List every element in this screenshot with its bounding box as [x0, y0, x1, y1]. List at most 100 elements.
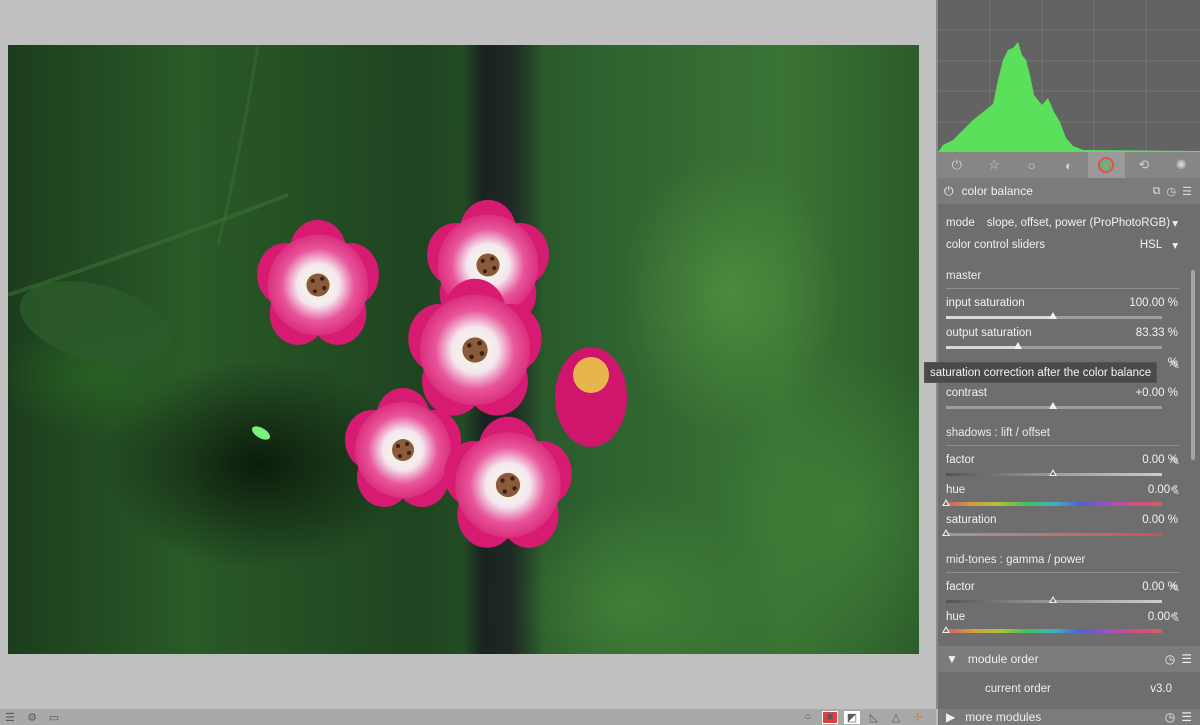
shadows-saturation-track[interactable]	[946, 533, 1162, 536]
exposure-indicator-icon[interactable]: ◩	[844, 710, 860, 724]
tab-correct[interactable]: ⟲	[1125, 152, 1162, 178]
shadows-hue-slider[interactable]: hue 0.00 °	[946, 484, 1178, 496]
output-saturation-marker[interactable]	[1014, 342, 1022, 349]
section-master: master	[946, 270, 1180, 289]
correct-icon: ⟲	[1138, 157, 1150, 172]
tone-icon: ◐	[1065, 157, 1073, 173]
input-saturation-marker[interactable]	[1049, 312, 1057, 319]
section-midtones: mid-tones : gamma / power	[946, 554, 1180, 573]
softproof-icon[interactable]: ◺	[866, 711, 882, 724]
shadows-hue-label: hue	[946, 484, 966, 496]
presets-icon[interactable]: ⚙	[24, 711, 40, 724]
gamut-check-icon[interactable]: △	[888, 711, 904, 724]
presets-menu-icon[interactable]: ☰	[1182, 185, 1192, 198]
collapse-arrow-icon: ▼	[946, 652, 958, 666]
input-saturation-value: 100.00 %	[1129, 297, 1178, 309]
output-saturation-track[interactable]	[946, 346, 1162, 349]
shadows-factor-label: factor	[946, 454, 975, 466]
flower-cluster-graphic	[8, 45, 627, 548]
contrast-label: contrast	[946, 387, 987, 399]
color-assessment-icon[interactable]: ■	[822, 710, 838, 724]
current-order-row: current order v3.0	[938, 676, 1200, 702]
tab-color[interactable]	[1087, 152, 1126, 178]
circle-icon[interactable]: ○	[800, 711, 816, 724]
shadows-hue-picker-icon[interactable]: ✎	[1170, 484, 1184, 498]
midtones-factor-marker[interactable]	[1049, 596, 1057, 603]
section-shadows: shadows : lift / offset	[946, 427, 1180, 446]
reset-icon[interactable]: ◷	[1165, 710, 1175, 724]
midtones-hue-track[interactable]	[946, 629, 1162, 633]
contrast-value: +0.00 %	[1135, 387, 1178, 399]
power-icon: ⏻	[951, 157, 962, 172]
contrast-marker[interactable]	[1049, 402, 1057, 409]
tab-effect[interactable]: ✺	[1163, 152, 1200, 178]
mode-combobox[interactable]: mode slope, offset, power (ProPhotoRGB) …	[946, 216, 1178, 230]
output-saturation-label: output saturation	[946, 327, 1032, 339]
mode-label: mode	[946, 217, 975, 229]
tab-active-modules[interactable]: ⏻	[938, 152, 975, 178]
shadows-factor-marker[interactable]	[1049, 469, 1057, 476]
reset-icon[interactable]: ◷	[1165, 652, 1175, 666]
sliders-value: HSL	[1139, 239, 1163, 251]
module-order-header[interactable]: ▼ module order ◷ ☰	[938, 646, 1200, 672]
expand-arrow-icon: ▶	[946, 710, 956, 724]
shadows-saturation-slider[interactable]: saturation 0.00 %	[946, 514, 1178, 526]
shadows-saturation-value: 0.00 %	[1142, 514, 1178, 526]
multi-instance-icon[interactable]: ⧉	[1153, 185, 1161, 198]
input-saturation-label: input saturation	[946, 297, 1025, 309]
menu-icon[interactable]: ☰	[2, 711, 18, 724]
module-power-icon[interactable]: ⏻	[944, 184, 954, 199]
reset-icon[interactable]: ◷	[1167, 185, 1177, 198]
histogram[interactable]	[938, 0, 1200, 152]
shadows-saturation-marker[interactable]	[942, 529, 950, 536]
shadows-saturation-label: saturation	[946, 514, 997, 526]
panel-scrollbar[interactable]	[1191, 270, 1195, 460]
midtones-factor-label: factor	[946, 581, 975, 593]
dropdown-arrow-icon: ▾	[1172, 218, 1178, 230]
output-saturation-slider[interactable]: output saturation 83.33 %	[946, 327, 1178, 339]
tab-tone[interactable]: ◐	[1050, 152, 1087, 178]
midtones-hue-slider[interactable]: hue 0.00 °	[946, 611, 1178, 623]
circle-icon: ○	[1027, 157, 1036, 173]
shadows-factor-picker-icon[interactable]: ✎	[1170, 454, 1184, 468]
color-balance-header[interactable]: ⏻ color balance ⧉ ◷ ☰	[938, 178, 1200, 204]
guides-icon[interactable]: ✢	[910, 711, 926, 724]
histogram-graph	[938, 0, 1200, 152]
tab-favorites[interactable]: ☆	[975, 152, 1012, 178]
shadows-factor-slider[interactable]: factor 0.00 %	[946, 454, 1178, 466]
module-title: color balance	[961, 184, 1033, 198]
input-saturation-slider[interactable]: input saturation 100.00 %	[946, 297, 1178, 309]
sliders-label: color control sliders	[946, 239, 1046, 251]
effect-icon: ✺	[1175, 157, 1187, 172]
mode-value: slope, offset, power (ProPhotoRGB)	[986, 217, 1171, 229]
bottom-toolbar: ☰ ⚙ ▭ ○ ■ ◩ ◺ △ ✢	[0, 709, 936, 725]
dropdown-arrow-icon: ▾	[1172, 240, 1178, 252]
sliders-combobox[interactable]: color control sliders HSL ▾	[946, 238, 1178, 252]
module-group-tabs: ⏻ ☆ ○ ◐ ⟲ ✺	[938, 152, 1200, 178]
tab-base[interactable]: ○	[1013, 152, 1050, 178]
shadows-hue-track[interactable]	[946, 502, 1162, 506]
presets-menu-icon[interactable]: ☰	[1181, 710, 1192, 724]
color-icon	[1098, 157, 1115, 173]
midtones-hue-label: hue	[946, 611, 966, 623]
star-icon: ☆	[988, 157, 1000, 172]
output-saturation-value: 83.33 %	[1135, 327, 1178, 339]
midtones-factor-picker-icon[interactable]: ✎	[1170, 581, 1184, 595]
shadows-hue-marker[interactable]	[942, 499, 950, 506]
current-order-label: current order	[985, 683, 1051, 695]
contrast-slider[interactable]: contrast +0.00 %	[946, 387, 1178, 399]
right-panel: ⏻ ☆ ○ ◐ ⟲ ✺ ⏻ color balance ⧉ ◷ ☰ mode s…	[936, 0, 1200, 725]
module-order-title: module order	[967, 652, 1039, 666]
center-view	[0, 0, 936, 709]
tooltip: saturation correction after the color ba…	[924, 362, 1158, 383]
photo-preview[interactable]	[8, 45, 919, 654]
presets-menu-icon[interactable]: ☰	[1181, 652, 1192, 666]
current-order-value: v3.0	[1150, 683, 1172, 695]
midtones-hue-picker-icon[interactable]: ✎	[1170, 611, 1184, 625]
snapshot-icon[interactable]: ▭	[46, 711, 62, 724]
midtones-factor-slider[interactable]: factor 0.00 %	[946, 581, 1178, 593]
midtones-hue-marker[interactable]	[942, 626, 950, 633]
color-picker-icon[interactable]: ✎	[1170, 358, 1184, 372]
color-balance-body: mode slope, offset, power (ProPhotoRGB) …	[938, 204, 1188, 642]
more-modules-header[interactable]: ▶ more modules ◷ ☰	[938, 709, 1200, 725]
